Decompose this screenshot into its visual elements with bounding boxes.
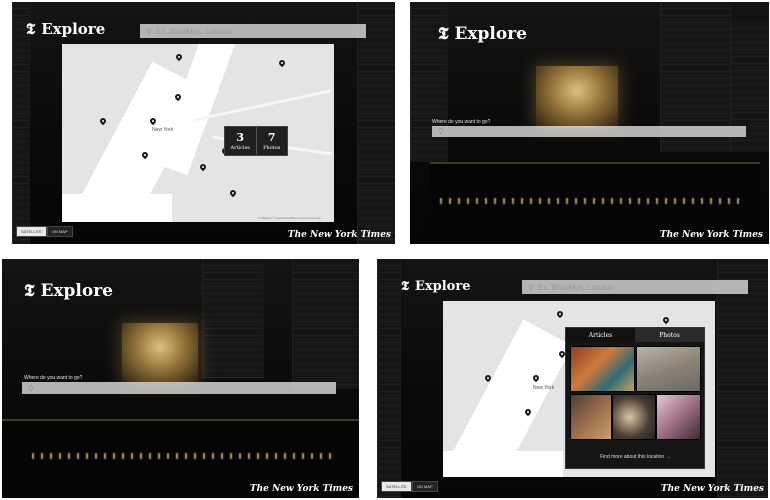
map-pin-icon[interactable] bbox=[661, 315, 671, 325]
search-icon: ⚲ bbox=[146, 26, 152, 36]
nyt-t-icon: 𝕿 bbox=[401, 279, 409, 294]
map-pin-icon[interactable] bbox=[228, 188, 238, 198]
explore-logo[interactable]: 𝕿 Explore bbox=[438, 24, 527, 44]
photos-count-tile[interactable]: 7 Photos bbox=[255, 127, 288, 155]
nyt-logo[interactable]: The New York Times bbox=[660, 230, 763, 240]
pavilion-image bbox=[122, 323, 198, 383]
nyt-logo[interactable]: The New York Times bbox=[661, 484, 764, 494]
tab-articles[interactable]: Articles bbox=[566, 328, 635, 342]
map-view-toggle[interactable]: SATELLITE ON MAP bbox=[381, 481, 438, 492]
nyt-t-icon: 𝕿 bbox=[438, 24, 449, 44]
photo-thumbnail[interactable] bbox=[612, 394, 656, 440]
explore-title: Explore bbox=[414, 279, 471, 294]
map-water bbox=[443, 451, 563, 477]
map-pin-icon[interactable] bbox=[174, 52, 184, 62]
location-map[interactable]: New York Articles Photos Find more about… bbox=[443, 301, 715, 477]
toggle-satellite[interactable]: SATELLITE bbox=[16, 226, 47, 237]
location-search-input[interactable]: ⚲ Ex. Brooklyn, London bbox=[140, 24, 366, 38]
map-view-toggle[interactable]: SATELLITE ON MAP bbox=[16, 226, 73, 237]
toggle-on-map[interactable]: ON MAP bbox=[46, 226, 73, 237]
explore-title: Explore bbox=[41, 20, 106, 38]
pool-lights bbox=[32, 453, 332, 459]
building-silhouette bbox=[292, 259, 359, 389]
search-icon: ⚲ bbox=[28, 383, 34, 393]
find-more-link[interactable]: Find more about this location → bbox=[600, 454, 671, 460]
articles-label: Articles bbox=[230, 144, 251, 151]
building-silhouette bbox=[377, 259, 401, 498]
where-prompt: Where do you want to go? bbox=[24, 375, 83, 381]
nyt-logo[interactable]: The New York Times bbox=[250, 484, 353, 494]
tab-photos[interactable]: Photos bbox=[635, 328, 704, 342]
search-icon: ⚲ bbox=[438, 127, 444, 136]
map-place-label: New York bbox=[152, 127, 174, 133]
building-silhouette bbox=[202, 259, 264, 379]
explore-logo[interactable]: 𝕿 Explore bbox=[401, 279, 470, 294]
map-credit: © Mapbox © OpenStreetMap Improve this ma… bbox=[258, 216, 321, 220]
search-icon: ⚲ bbox=[528, 282, 534, 292]
photo-thumbnail[interactable] bbox=[570, 346, 635, 392]
explore-title: Explore bbox=[40, 281, 114, 301]
photos-label: Photos bbox=[263, 144, 281, 151]
map-pin-icon[interactable] bbox=[277, 58, 287, 68]
photos-count: 7 bbox=[267, 130, 276, 144]
location-summary-popup[interactable]: 3 Articles 7 Photos bbox=[224, 126, 288, 156]
search-placeholder: Ex. Brooklyn, London bbox=[155, 26, 232, 36]
building-silhouette bbox=[12, 2, 30, 244]
nyt-t-icon: 𝕿 bbox=[24, 281, 35, 301]
map-place-label: New York bbox=[533, 385, 555, 391]
pool-lights bbox=[440, 198, 740, 204]
panel-map-counts: 𝕿 Explore ⚲ Ex. Brooklyn, London New Yor… bbox=[12, 2, 395, 244]
panel-map-media: 𝕿 Explore ⚲ Ex. Brooklyn, London New Yor… bbox=[377, 259, 768, 498]
nyt-t-icon: 𝕿 bbox=[26, 20, 36, 38]
explore-logo[interactable]: 𝕿 Explore bbox=[26, 20, 105, 38]
map-pin-icon[interactable] bbox=[98, 116, 108, 126]
nyt-logo[interactable]: The New York Times bbox=[288, 230, 391, 240]
destination-search-input[interactable]: ⚲ bbox=[432, 126, 746, 137]
media-tabs: Articles Photos bbox=[566, 328, 704, 342]
articles-count-tile[interactable]: 3 Articles bbox=[225, 127, 256, 155]
photo-thumbnail[interactable] bbox=[636, 346, 701, 392]
location-search-input[interactable]: ⚲ Ex. Brooklyn, London bbox=[522, 280, 748, 294]
building-silhouette bbox=[357, 2, 395, 244]
toggle-satellite[interactable]: SATELLITE bbox=[381, 481, 412, 492]
explore-title: Explore bbox=[454, 24, 528, 44]
toggle-on-map[interactable]: ON MAP bbox=[411, 481, 438, 492]
destination-search-input[interactable]: ⚲ bbox=[22, 382, 336, 394]
building-silhouette bbox=[717, 259, 768, 498]
where-prompt: Where do you want to go? bbox=[432, 119, 491, 125]
pavilion-image bbox=[536, 66, 618, 128]
photo-thumbnail[interactable] bbox=[570, 394, 612, 440]
map-pin-icon[interactable] bbox=[555, 309, 565, 319]
panel-landing-top: 𝕿 Explore Where do you want to go? ⚲ The… bbox=[410, 2, 769, 244]
panel-landing-bottom: 𝕿 Explore Where do you want to go? ⚲ The… bbox=[2, 259, 359, 498]
photo-thumbnail[interactable] bbox=[656, 394, 701, 440]
location-map[interactable]: New York © Mapbox © OpenStreetMap Improv… bbox=[62, 44, 334, 222]
search-placeholder: Ex. Brooklyn, London bbox=[537, 282, 614, 292]
articles-count: 3 bbox=[236, 130, 245, 144]
memorial-pool bbox=[430, 162, 760, 232]
location-media-popup[interactable]: Articles Photos Find more about this loc… bbox=[565, 327, 705, 469]
map-pin-icon[interactable] bbox=[198, 162, 208, 172]
explore-logo[interactable]: 𝕿 Explore bbox=[24, 281, 113, 301]
map-water bbox=[62, 194, 172, 222]
